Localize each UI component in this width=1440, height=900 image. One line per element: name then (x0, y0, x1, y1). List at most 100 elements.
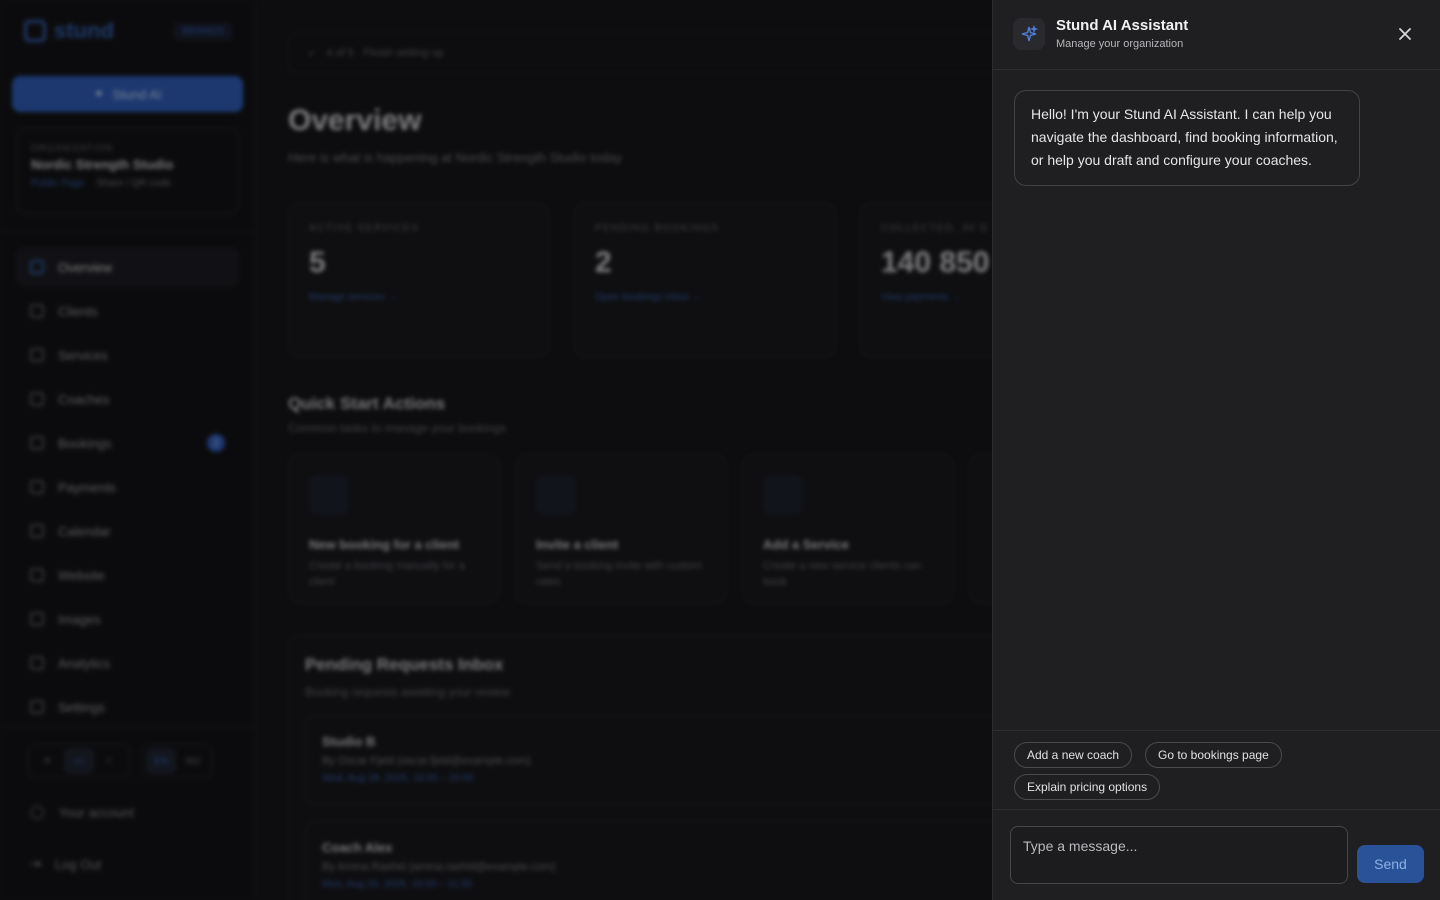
lang-no[interactable]: NO (178, 748, 208, 774)
brand-name: stund (54, 18, 114, 43)
quick-action-title: New booking for a client (309, 537, 460, 552)
logo[interactable]: stund (24, 18, 114, 44)
nav-label: Payments (58, 479, 116, 495)
sparkles-icon (1013, 18, 1045, 50)
stat-kicker: ACTIVE SERVICES (309, 223, 420, 234)
nav-item-analytics[interactable]: Analytics (16, 644, 239, 682)
suggestion-pricing[interactable]: Explain pricing options (1014, 774, 1161, 800)
assistant-title: Stund AI Assistant (1056, 17, 1189, 34)
sidebar-divider (0, 231, 256, 232)
log-out-link[interactable]: ⇥ Log Out (30, 856, 101, 872)
nav-item-calendar[interactable]: Calendar (16, 512, 239, 550)
gear-icon (30, 700, 44, 714)
image-icon (30, 612, 44, 626)
nav-item-payments[interactable]: Payments (16, 468, 239, 506)
stund-ai-label: Stund AI (112, 86, 162, 102)
quick-start-title: Quick Start Actions (288, 394, 446, 413)
message-input[interactable] (1010, 826, 1348, 884)
app-root: stund BRANDS ✦ Stund AI ORGANIZATION Nor… (0, 0, 1440, 900)
language-switcher: EN NO (142, 744, 212, 778)
theme-switcher: ☀ ▭ ☾ (28, 744, 130, 778)
nav-label: Calendar (58, 523, 111, 539)
nav-item-clients[interactable]: Clients (16, 292, 239, 330)
nav-item-overview[interactable]: Overview (16, 248, 239, 286)
nav-label: Overview (58, 259, 113, 275)
users-icon (30, 304, 44, 318)
stat-card-bookings: PENDING BOOKINGS 2 Open bookings inbox → (574, 202, 836, 358)
nav-item-images[interactable]: Images (16, 600, 239, 638)
mail-icon (536, 475, 576, 515)
suggestion-bookings-page[interactable]: Go to bookings page (1145, 742, 1282, 768)
quick-action-title: Add a Service (763, 537, 849, 552)
logout-icon: ⇥ (30, 856, 41, 871)
box-icon (763, 475, 803, 515)
sparkle-icon: ✦ (93, 86, 105, 101)
preferences-row: ☀ ▭ ☾ EN NO (28, 744, 212, 778)
lang-en[interactable]: EN (146, 748, 176, 774)
organization-card[interactable]: ORGANIZATION Nordic Strength Studio Publ… (16, 128, 239, 214)
assistant-subtitle: Manage your organization (1056, 38, 1184, 50)
quick-action-desc: Create a booking manually for a client (309, 560, 465, 588)
stat-kicker: PENDING BOOKINGS (595, 223, 720, 234)
document-icon (30, 436, 44, 450)
sun-icon[interactable]: ☀ (32, 748, 62, 774)
share-qr-link[interactable]: Share / QR code (96, 178, 170, 189)
globe-icon (30, 568, 44, 582)
quick-action-add-service[interactable]: Add a Service Create a new service clien… (742, 454, 954, 604)
nav-item-bookings[interactable]: Bookings 2 (16, 424, 239, 462)
org-name: Nordic Strength Studio (31, 157, 174, 172)
home-icon (30, 260, 44, 274)
chart-icon (30, 656, 44, 670)
assistant-header: Stund AI Assistant Manage your organizat… (993, 0, 1440, 70)
nav-item-settings[interactable]: Settings (16, 688, 239, 726)
close-button[interactable] (1391, 20, 1419, 48)
plus-icon (309, 475, 349, 515)
quick-action-new-booking[interactable]: New booking for a client Create a bookin… (288, 454, 500, 604)
nav-label: Settings (58, 699, 105, 715)
quick-start-subtitle: Common tasks to manage your bookings (288, 421, 507, 435)
calendar-icon (30, 524, 44, 538)
nav-label: Coaches (58, 391, 110, 407)
nav-label: Analytics (58, 655, 111, 671)
ai-assistant-panel: Stund AI Assistant Manage your organizat… (992, 0, 1440, 900)
nav-label: Website (58, 567, 105, 583)
monitor-icon[interactable]: ▭ (64, 748, 94, 774)
stat-value: 5 (309, 246, 326, 279)
logo-row: stund BRANDS (24, 18, 232, 44)
brand-badge: BRANDS (174, 22, 232, 40)
stat-value: 2 (595, 246, 612, 279)
quick-action-desc: Send a booking invite with custom rates (536, 560, 703, 588)
check-icon: ✓ (307, 47, 317, 60)
setup-text: 4 of 5 · Finish setting up (326, 47, 444, 59)
stund-ai-button[interactable]: ✦ Stund AI (12, 76, 243, 112)
suggestion-add-coach[interactable]: Add a new coach (1014, 742, 1133, 768)
your-account-link[interactable]: ◯ Your account (30, 804, 134, 820)
setup-progress-bar[interactable]: ✓ 4 of 5 · Finish setting up (288, 32, 1088, 74)
sidebar-divider (0, 726, 256, 727)
sidebar: stund BRANDS ✦ Stund AI ORGANIZATION Nor… (0, 0, 256, 900)
logo-icon (24, 20, 46, 42)
quick-action-invite-client[interactable]: Invite a client Send a booking invite wi… (515, 454, 727, 604)
close-icon (1399, 28, 1411, 40)
stat-link[interactable]: Manage services → (309, 292, 529, 303)
org-kicker: ORGANIZATION (31, 143, 114, 153)
nav-item-services[interactable]: Services (16, 336, 239, 374)
org-links: Public Page Share / QR code (31, 178, 224, 189)
stat-card-services: ACTIVE SERVICES 5 Manage services → (288, 202, 550, 358)
public-page-link[interactable]: Public Page (31, 178, 84, 189)
quick-action-desc: Create a new service clients can book (763, 560, 922, 588)
send-button[interactable]: Send (1357, 845, 1424, 883)
page-subtitle: Here is what is happening at Nordic Stre… (288, 150, 622, 165)
wallet-icon (30, 480, 44, 494)
nav-label: Bookings (58, 435, 112, 451)
user-circle-icon: ◯ (30, 804, 45, 819)
stat-link[interactable]: Open bookings inbox → (595, 292, 815, 303)
nav-label: Services (58, 347, 108, 363)
moon-icon[interactable]: ☾ (96, 748, 126, 774)
bookings-count-badge: 2 (207, 434, 225, 452)
nav-item-website[interactable]: Website (16, 556, 239, 594)
nav-item-coaches[interactable]: Coaches (16, 380, 239, 418)
quick-action-title: Invite a client (536, 537, 619, 552)
nav-label: Images (58, 611, 101, 627)
nav-label: Clients (58, 303, 98, 319)
